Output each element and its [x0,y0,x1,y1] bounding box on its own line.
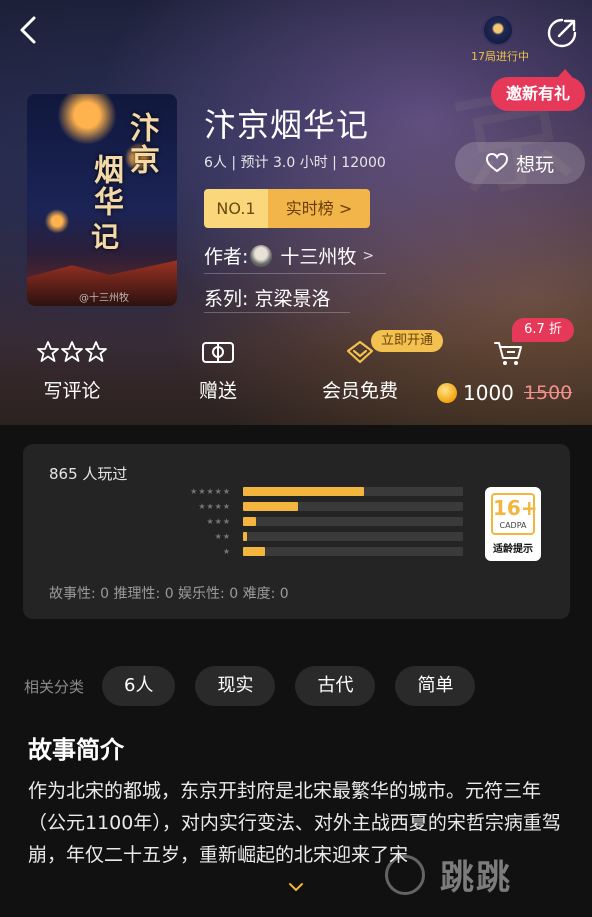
diamond-icon [346,340,374,364]
author-name[interactable]: 十三州牧 [280,242,356,269]
rating-row: ★★★★ [173,502,463,511]
rating-bar-track [243,502,463,511]
rating-bar-track [243,487,463,496]
rank-number: NO.1 [204,189,268,228]
rating-row-stars: ★★ [214,532,231,541]
cover-title-line2: 烟华 [88,154,123,218]
rating-row: ★★★★★ [173,487,463,496]
rating-bar-fill [243,532,247,541]
rating-row-stars: ★★★ [206,517,231,526]
rating-bar-fill [243,502,298,511]
tag-players[interactable]: 6人 [102,666,176,706]
coin-icon [437,383,457,403]
rating-bar-track [243,532,463,541]
rating-row-stars: ★ [222,547,231,556]
rating-bar-track [243,547,463,556]
gift-button[interactable]: 赠送 [190,340,246,403]
invite-reward-button[interactable]: 邀新有礼 [491,69,585,111]
author-row[interactable]: 作者: 十三州牧 > [204,242,374,269]
rating-bar-fill [243,547,265,556]
category-tags: 相关分类 6人 现实 古代 简单 [24,666,495,706]
author-label: 作者: [204,246,249,268]
discount-badge: 6.7 折 [512,318,574,342]
rating-row-stars: ★★★★★ [190,487,231,496]
tag-realistic[interactable]: 现实 [195,666,276,706]
games-running-label[interactable]: 17局进行中 [455,48,545,64]
watermark-text: 跳跳 [440,858,512,898]
want-label: 想玩 [515,153,554,176]
author-avatar [250,244,273,267]
synopsis-title: 故事简介 [28,736,124,764]
cover-title-line3: 记 [87,222,120,252]
age-rating-frame: 16+ CADPA [491,493,538,535]
price-row[interactable]: 1000 1500 [437,381,572,405]
rating-row: ★★ [173,532,463,541]
gift-icon [202,342,234,363]
price-current: 1000 [463,381,514,405]
game-title: 汴京烟华记 [204,106,370,144]
tag-ancient[interactable]: 古代 [295,666,376,706]
buy-button[interactable] [488,340,528,370]
game-meta: 6人 | 预计 3.0 小时 | 12000 [204,155,386,171]
score-summary: 故事性: 0 推理性: 0 娱乐性: 0 难度: 0 [49,586,289,602]
heart-icon [485,153,508,173]
age-rating-value: 16+ [493,496,538,520]
rating-row: ★ [173,547,463,556]
rating-row: ★★★ [173,517,463,526]
want-to-play-button[interactable]: 想玩 [455,142,585,184]
tag-easy[interactable]: 简单 [395,666,476,706]
series-divider [204,312,350,313]
stars-icon [37,341,107,362]
chevron-down-icon[interactable] [287,880,305,894]
realtime-ranking-link[interactable]: 实时榜 > [268,189,370,228]
price-original: 1500 [523,382,573,404]
gift-label: 赠送 [198,380,237,402]
cover-credit: @十三州牧 [79,293,129,304]
age-rating-badge[interactable]: 16+ CADPA 适龄提示 [485,487,541,561]
vip-free-label: 会员免费 [321,380,398,402]
age-rating-org: CADPA [499,521,527,530]
back-icon[interactable] [14,14,46,46]
series-link[interactable]: 系列: 京梁景洛 [204,284,330,311]
share-icon[interactable] [545,16,579,50]
rating-bar-fill [243,517,256,526]
vip-open-tag[interactable]: 立即开通 [371,330,444,352]
author-arrow-icon: > [362,247,375,264]
active-games-avatar[interactable] [482,14,514,46]
cart-icon [494,342,522,365]
rating-row-stars: ★★★★ [198,502,231,511]
rating-stats-card: 865 人玩过 ★★★★★ ★★★★ ★★★ ★★ ★ 16+ CADPA 适龄提示 故… [23,444,570,619]
write-review-label: 写评论 [43,380,101,402]
age-rating-note: 适龄提示 [493,544,533,555]
ranking-badge[interactable]: NO.1 实时榜 > [204,189,370,228]
category-label: 相关分类 [24,677,85,696]
write-review-button[interactable]: 写评论 [34,340,110,403]
players-count: 865 人玩过 [49,465,128,483]
watermark-logo [385,855,425,895]
rating-bar-fill [243,487,364,496]
rating-bar-track [243,517,463,526]
game-cover-image: 汴京 烟华 记 @十三州牧 [27,94,177,306]
author-divider [204,273,386,274]
